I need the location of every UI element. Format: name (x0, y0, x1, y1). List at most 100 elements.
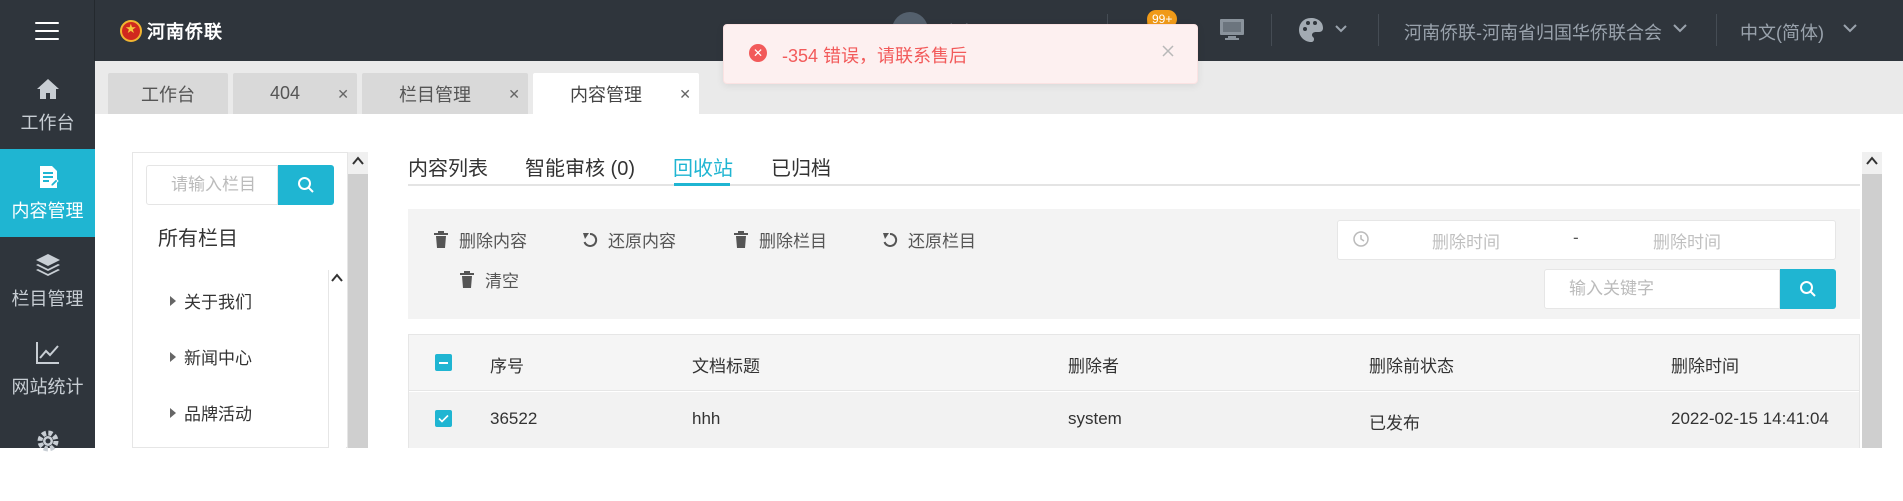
delete-content-button[interactable]: 删除内容 (433, 227, 527, 252)
tree-item[interactable]: 关于我们 (170, 288, 252, 313)
keyword-search-input[interactable]: 输入关键字 (1544, 269, 1780, 309)
tab-label: 工作台 (141, 84, 195, 105)
tree-root-label[interactable]: 所有栏目 (158, 222, 238, 251)
main-scrollbar[interactable] (1862, 152, 1882, 448)
chevron-down-icon[interactable] (1334, 24, 1348, 34)
undo-icon (883, 232, 898, 247)
restore-column-button[interactable]: 还原栏目 (882, 227, 976, 252)
select-all-checkbox[interactable] (435, 354, 452, 371)
table-cell: system (1068, 409, 1122, 428)
tab-label: 栏目管理 (399, 84, 471, 105)
hamburger-icon (35, 21, 59, 40)
restore-content-button[interactable]: 还原内容 (582, 227, 676, 252)
layers-icon (35, 254, 60, 276)
tab-column-management[interactable]: 栏目管理 ✕ (362, 73, 528, 114)
sidebar-item-statistics[interactable]: 网站统计 (0, 325, 95, 413)
divider (1378, 14, 1379, 46)
home-icon (36, 79, 59, 99)
tab-workbench[interactable]: 工作台 (108, 73, 228, 114)
tree-inner-scrollbar[interactable] (328, 270, 346, 448)
chevron-up-icon[interactable] (1865, 156, 1879, 166)
caret-right-icon[interactable] (170, 407, 176, 418)
tab-content-management[interactable]: 内容管理 ✕ (533, 73, 699, 114)
tab-404[interactable]: 404 ✕ (233, 73, 357, 114)
date-start-input[interactable]: 删除时间 (1432, 228, 1500, 253)
tree-item[interactable]: 品牌活动 (170, 400, 252, 425)
tree-item-label: 品牌活动 (184, 405, 252, 424)
delete-column-button[interactable]: 删除栏目 (733, 227, 827, 252)
sidebar-item-label: 工作台 (20, 113, 75, 133)
divider (1716, 14, 1717, 46)
tab-label: 内容管理 (570, 84, 642, 105)
date-end-input[interactable]: 删除时间 (1653, 228, 1721, 253)
caret-right-icon[interactable] (170, 351, 176, 362)
close-icon[interactable] (1160, 43, 1176, 59)
menu-toggle-button[interactable] (0, 0, 95, 61)
column-header[interactable]: 文档标题 (692, 352, 760, 377)
chevron-down-icon[interactable] (1672, 22, 1688, 34)
indeterminate-icon (439, 361, 448, 364)
close-icon[interactable]: ✕ (337, 86, 349, 103)
chart-icon (35, 342, 59, 364)
button-label: 还原栏目 (908, 232, 976, 251)
column-search-input[interactable]: 请输入栏目 (146, 165, 278, 205)
tab-label: 404 (269, 83, 301, 103)
sidebar-item-settings[interactable] (0, 413, 95, 501)
sidebar-item-label: 网站统计 (11, 377, 84, 397)
subtab-content-list[interactable]: 内容列表 (408, 152, 488, 181)
subtab-archived[interactable]: 已归档 (771, 152, 831, 181)
column-header[interactable]: 删除前状态 (1369, 352, 1454, 377)
clock-icon (1353, 231, 1369, 247)
sidebar-item-columns[interactable]: 栏目管理 (0, 237, 95, 325)
toast-message: -354 错误，请联系售后 (782, 46, 968, 66)
tree-scrollbar[interactable] (348, 152, 368, 448)
subtab-smart-review[interactable]: 智能审核 (0) (525, 152, 635, 181)
button-label: 删除内容 (459, 232, 527, 251)
check-icon (438, 414, 449, 423)
monitor-icon[interactable] (1219, 18, 1245, 42)
delete-date-range-picker[interactable] (1337, 220, 1836, 260)
search-icon (1800, 281, 1816, 297)
table-cell[interactable]: hhh (692, 409, 720, 429)
palette-icon[interactable] (1297, 16, 1325, 44)
clear-button[interactable]: 清空 (459, 267, 519, 292)
button-label: 清空 (485, 272, 519, 291)
chevron-up-icon[interactable] (331, 273, 343, 283)
close-icon[interactable]: ✕ (679, 86, 691, 103)
button-label: 还原内容 (608, 232, 676, 251)
sidebar-item-label: 内容管理 (11, 201, 84, 221)
table-cell: 已发布 (1369, 414, 1420, 433)
close-icon[interactable]: ✕ (508, 86, 520, 103)
divider (1271, 14, 1272, 46)
button-label: 删除栏目 (759, 232, 827, 251)
document-icon (39, 166, 59, 188)
chevron-down-icon[interactable] (1842, 22, 1858, 34)
column-search-button[interactable] (278, 165, 334, 205)
gear-icon (37, 430, 58, 452)
subtab-recycle-bin[interactable]: 回收站 (673, 152, 733, 181)
sidebar-item-workbench[interactable]: 工作台 (0, 61, 95, 149)
logo-text: 河南侨联 (147, 22, 223, 42)
table-row[interactable] (409, 392, 1859, 448)
language-selector[interactable]: 中文(简体) (1740, 19, 1824, 45)
organization-selector[interactable]: 河南侨联-河南省归国华侨联合会 (1404, 19, 1662, 45)
emblem-icon (120, 20, 142, 42)
chevron-up-icon[interactable] (351, 156, 365, 166)
logo[interactable]: 河南侨联 (120, 18, 223, 44)
sidebar-item-label: 栏目管理 (11, 289, 84, 309)
date-separator: - (1573, 228, 1579, 247)
table-cell: 2022-02-15 14:41:04 (1671, 409, 1829, 428)
column-header[interactable]: 序号 (490, 352, 524, 377)
tree-item-label: 新闻中心 (184, 349, 252, 368)
caret-right-icon[interactable] (170, 295, 176, 306)
keyword-search-button[interactable] (1780, 269, 1836, 309)
tree-item[interactable]: 新闻中心 (170, 344, 252, 369)
column-header[interactable]: 删除时间 (1671, 352, 1739, 377)
trash-icon (434, 230, 448, 248)
sidebar-item-content[interactable]: 内容管理 (0, 149, 95, 237)
table-header (409, 335, 1859, 391)
column-header[interactable]: 删除者 (1068, 352, 1119, 377)
row-checkbox[interactable] (435, 410, 452, 427)
undo-icon (583, 232, 598, 247)
table-cell: 36522 (490, 409, 538, 428)
